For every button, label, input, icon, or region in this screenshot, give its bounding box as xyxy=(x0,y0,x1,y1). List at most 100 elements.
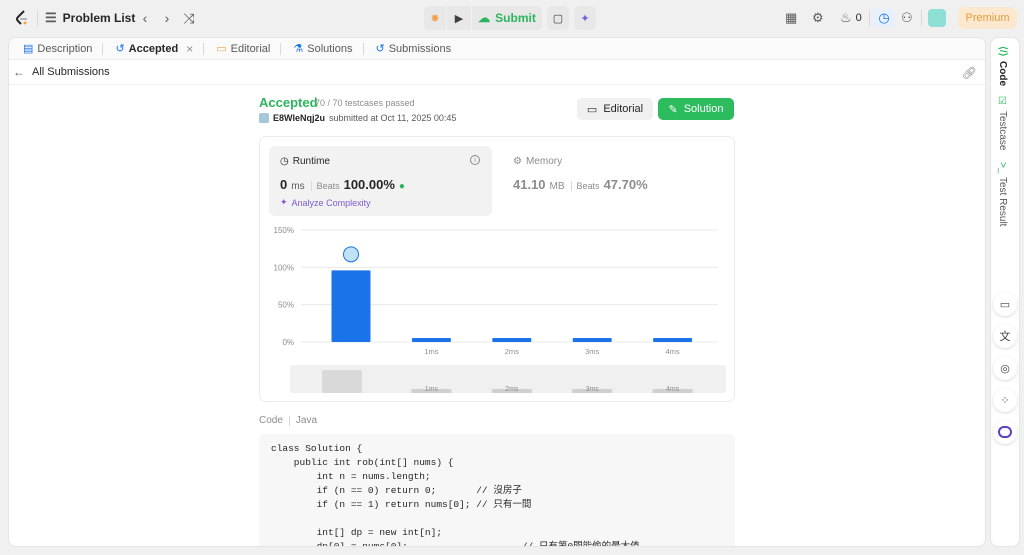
terminal-icon: >_ xyxy=(997,162,1008,174)
chart-bar xyxy=(653,338,693,342)
back-label: All Submissions xyxy=(32,66,110,78)
all-submissions-link[interactable]: ← All Submissions xyxy=(13,65,110,79)
rail-tab-label: Code xyxy=(997,60,1008,86)
solution-label: Solution xyxy=(683,103,724,115)
ai-button[interactable]: ✦ xyxy=(574,6,596,30)
y-tick-label: 100% xyxy=(274,263,294,272)
avatar xyxy=(259,113,269,123)
tab-editorial[interactable]: ▭ Editorial xyxy=(210,38,287,60)
submit-button[interactable]: ☁ Submit xyxy=(472,6,542,30)
code-block[interactable]: class Solution { public int rob(int[] nu… xyxy=(259,434,735,547)
rail-tab-code[interactable]: ⟨/⟩ Code xyxy=(997,46,1008,86)
code-line: if (n == 1) return nums[0]; // 只有一間 xyxy=(271,499,532,510)
overview-tick-label: 2ms xyxy=(505,386,519,393)
overview-window xyxy=(322,370,362,393)
x-tick-label: 2ms xyxy=(505,347,519,356)
code-line: public int rob(int[] nums) { xyxy=(271,457,454,468)
streak-count: 0 xyxy=(855,12,862,24)
divider xyxy=(921,10,922,26)
run-submit-group: ✸ ▶ ☁ Submit ▢ ✦ xyxy=(424,6,596,30)
add-friend-icon[interactable]: ⚇ xyxy=(901,10,913,26)
main-panel: ▤ Description ↺ Accepted × ▭ Editorial ⚗… xyxy=(8,37,986,547)
debug-button[interactable]: ✸ xyxy=(424,6,446,30)
chart-bar xyxy=(492,338,532,342)
code-line: class Solution { xyxy=(271,443,363,454)
tab-accepted[interactable]: ↺ Accepted × xyxy=(109,38,210,60)
book-icon: ▭ xyxy=(586,103,598,116)
podcast-icon[interactable]: ◎ xyxy=(993,356,1017,380)
submission-status: Accepted xyxy=(259,95,318,110)
chart-bar xyxy=(331,270,371,342)
bug-icon: ✸ xyxy=(430,12,440,25)
history-icon: ↺ xyxy=(115,43,125,55)
submitted-time: submitted at Oct 11, 2025 00:45 xyxy=(329,113,457,123)
streak-counter[interactable]: ♨ 0 xyxy=(840,10,862,26)
tab-solutions[interactable]: ⚗ Solutions xyxy=(287,38,369,60)
premium-button[interactable]: Premium xyxy=(958,7,1017,29)
x-tick-label: 4ms xyxy=(666,347,680,356)
overview-tick-label: 1ms xyxy=(425,386,439,393)
y-tick-label: 0% xyxy=(282,338,294,347)
divider xyxy=(37,10,38,26)
rail-tab-test-result[interactable]: >_ Test Result xyxy=(997,162,1008,227)
tab-label: Solutions xyxy=(307,42,353,55)
code-line: if (n == 0) return 0; // 沒房子 xyxy=(271,485,522,496)
notes-button[interactable]: ▢ xyxy=(547,6,569,30)
timer-icon[interactable]: ◷ xyxy=(873,9,895,27)
divider xyxy=(288,415,290,426)
link-icon[interactable]: 🔗︎ xyxy=(962,66,977,80)
run-button[interactable]: ▶ xyxy=(447,6,471,30)
avatar[interactable] xyxy=(928,9,946,27)
overview-tick-label: 4ms xyxy=(666,386,680,393)
book-icon[interactable]: ▭ xyxy=(993,292,1017,316)
runtime-distribution-chart: 0% 50% 100% 150% 1ms 2ms 3ms 4ms 1ms 2ms 3ms 4ms xyxy=(274,226,726,393)
robot-icon xyxy=(998,426,1012,438)
overview-tick-label: 3ms xyxy=(586,386,600,393)
assistant-icon[interactable] xyxy=(993,420,1017,444)
document-icon: ▤ xyxy=(23,43,34,55)
x-tick-label: 1ms xyxy=(424,347,438,356)
tab-bar: ▤ Description ↺ Accepted × ▭ Editorial ⚗… xyxy=(9,38,985,60)
rail-tab-label: Testcase xyxy=(997,111,1008,151)
code-language: Java xyxy=(295,415,318,426)
prev-problem-icon[interactable]: ‹ xyxy=(137,10,153,26)
tab-description[interactable]: ▤ Description xyxy=(17,38,109,60)
cloud-upload-icon: ☁ xyxy=(478,11,491,25)
note-icon: ▢ xyxy=(552,12,564,25)
y-tick-label: 150% xyxy=(274,226,294,235)
leetcode-logo[interactable] xyxy=(13,9,31,27)
apps-icon[interactable]: ⁘ xyxy=(993,388,1017,412)
layout-icon[interactable]: ▦ xyxy=(785,10,797,26)
top-nav: ☰ Problem List ‹ › ⤨ ✸ ▶ ☁ Submit ▢ ✦ ▦ … xyxy=(0,0,1024,36)
editorial-button[interactable]: ▭ Editorial xyxy=(577,98,653,120)
code-line: dp[0] = nums[0]; // 只有第0間能偷的最大值 xyxy=(271,541,640,547)
code-icon: ⟨/⟩ xyxy=(997,46,1008,57)
solution-button[interactable]: ✎ Solution xyxy=(658,98,734,120)
next-problem-icon[interactable]: › xyxy=(159,10,175,26)
shuffle-icon[interactable]: ⤨ xyxy=(181,10,197,26)
chart-bar xyxy=(411,338,451,342)
tab-label: Editorial xyxy=(230,42,271,55)
close-icon[interactable]: × xyxy=(186,42,193,56)
username[interactable]: E8WleNqj2u xyxy=(273,113,325,123)
rail-tab-testcase[interactable]: ☑ Testcase xyxy=(997,96,1008,150)
flask-icon: ⚗ xyxy=(293,43,304,55)
submission-subbar: ← All Submissions 🔗︎ xyxy=(9,61,985,85)
list-icon: ☰ xyxy=(45,10,57,25)
sparkle-icon: ✦ xyxy=(580,12,590,25)
translate-icon[interactable]: 文 xyxy=(993,324,1017,348)
code-header: Code Java xyxy=(259,415,317,426)
tab-submissions[interactable]: ↺ Submissions xyxy=(370,38,458,60)
divider xyxy=(280,42,282,55)
settings-icon[interactable]: ⚙ xyxy=(812,10,824,26)
divider xyxy=(362,42,364,55)
divider xyxy=(869,10,870,26)
problem-list-button[interactable]: ☰ Problem List xyxy=(45,10,135,26)
chart-bar xyxy=(572,338,612,342)
code-line: int n = nums.length; xyxy=(271,471,431,482)
arrow-left-icon: ← xyxy=(13,65,25,79)
code-line: int[] dp = new int[n]; xyxy=(271,527,443,538)
edit-icon: ✎ xyxy=(668,103,678,116)
user-avatar-marker xyxy=(343,246,359,263)
